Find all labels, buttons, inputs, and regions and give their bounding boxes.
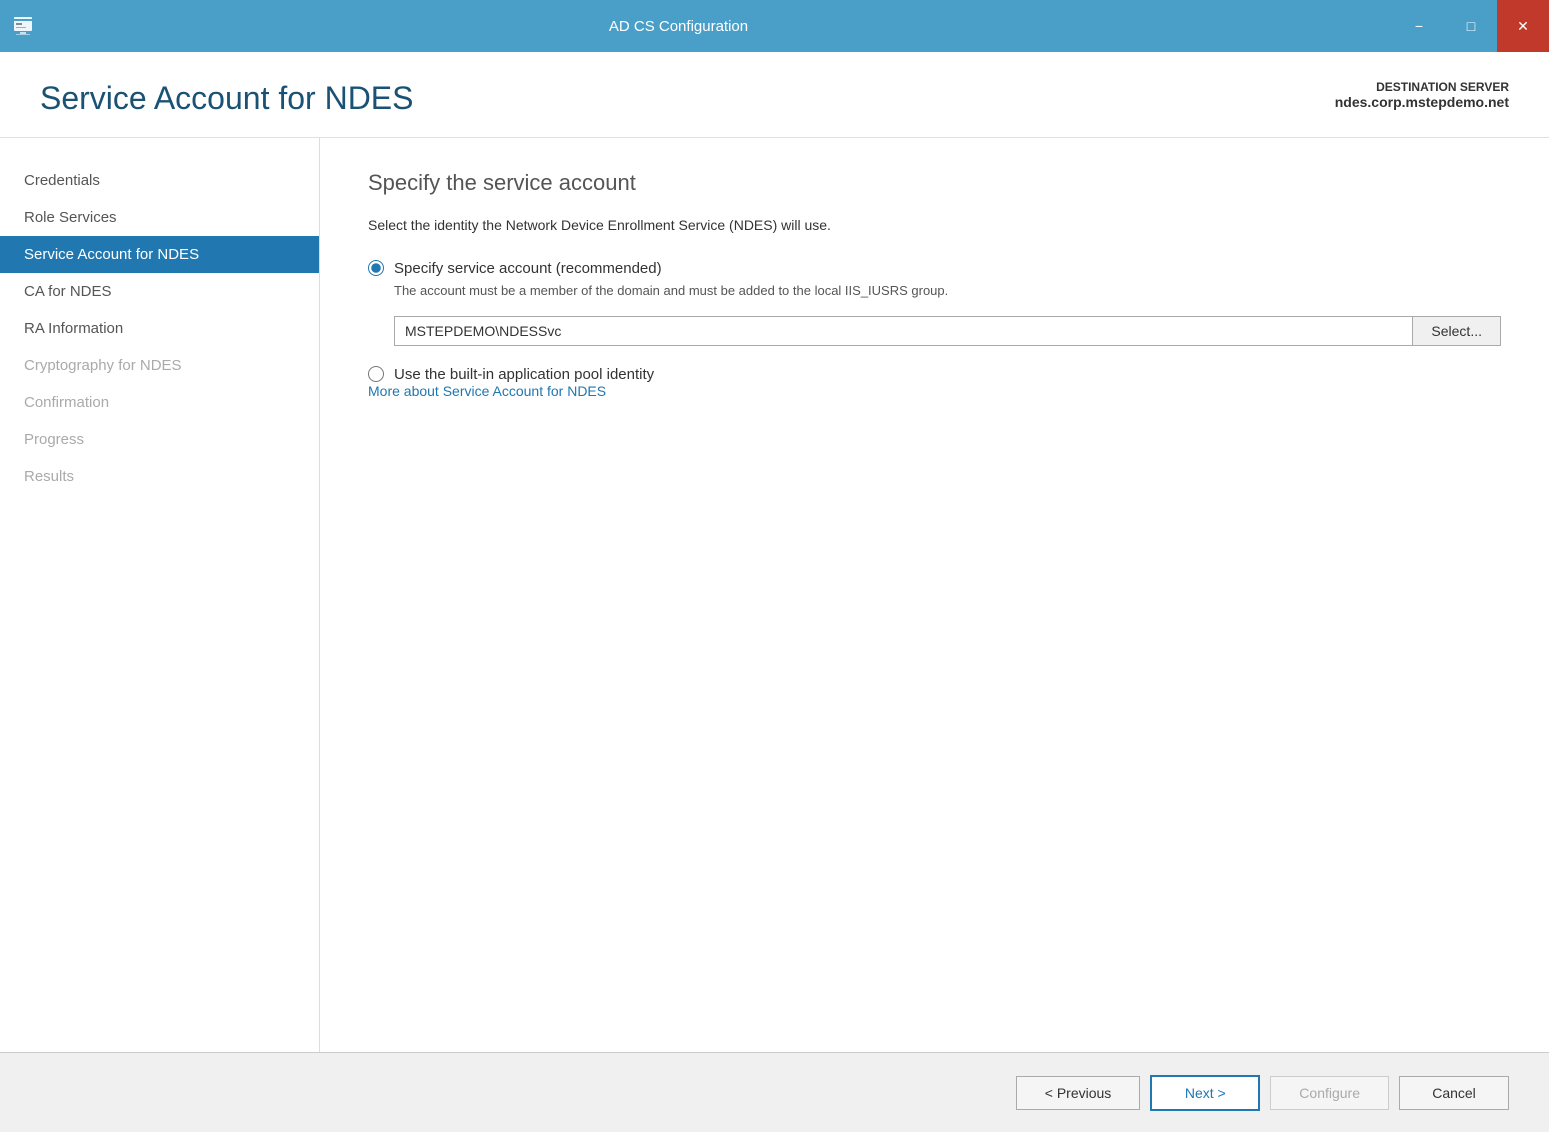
window-controls: − □ ✕ bbox=[1393, 0, 1549, 52]
sidebar: Credentials Role Services Service Accoun… bbox=[0, 138, 320, 1052]
radio-builtin[interactable] bbox=[368, 366, 384, 382]
sidebar-item-ra-information[interactable]: RA Information bbox=[0, 310, 319, 347]
sidebar-item-cryptography: Cryptography for NDES bbox=[0, 347, 319, 384]
account-input[interactable] bbox=[394, 316, 1412, 346]
description-text: Select the identity the Network Device E… bbox=[368, 216, 1501, 236]
previous-button[interactable]: < Previous bbox=[1016, 1076, 1141, 1110]
footer: < Previous Next > Configure Cancel bbox=[0, 1052, 1549, 1132]
account-row: Select... bbox=[394, 316, 1501, 346]
destination-server-block: DESTINATION SERVER ndes.corp.mstepdemo.n… bbox=[1335, 80, 1509, 110]
help-link[interactable]: More about Service Account for NDES bbox=[368, 383, 606, 399]
radio-option-builtin: Use the built-in application pool identi… bbox=[368, 366, 1501, 383]
window-title: AD CS Configuration bbox=[44, 18, 1313, 35]
destination-value: ndes.corp.mstepdemo.net bbox=[1335, 94, 1509, 110]
destination-label: DESTINATION SERVER bbox=[1335, 80, 1509, 94]
next-button[interactable]: Next > bbox=[1150, 1075, 1260, 1111]
maximize-button[interactable]: □ bbox=[1445, 0, 1497, 52]
sidebar-item-service-account[interactable]: Service Account for NDES bbox=[0, 236, 319, 273]
title-bar: AD CS Configuration − □ ✕ bbox=[0, 0, 1549, 52]
sidebar-item-results: Results bbox=[0, 458, 319, 495]
app-icon bbox=[12, 14, 36, 38]
radio-label-builtin[interactable]: Use the built-in application pool identi… bbox=[368, 366, 1501, 383]
radio-specify-text: Specify service account (recommended) bbox=[394, 260, 662, 277]
radio-option-specify: Specify service account (recommended) Th… bbox=[368, 260, 1501, 346]
main-window: Service Account for NDES DESTINATION SER… bbox=[0, 52, 1549, 1132]
content-area: Credentials Role Services Service Accoun… bbox=[0, 138, 1549, 1052]
radio-specify[interactable] bbox=[368, 260, 384, 276]
sidebar-item-progress: Progress bbox=[0, 421, 319, 458]
main-panel: Specify the service account Select the i… bbox=[320, 138, 1549, 1052]
close-button[interactable]: ✕ bbox=[1497, 0, 1549, 52]
minimize-button[interactable]: − bbox=[1393, 0, 1445, 52]
configure-button[interactable]: Configure bbox=[1270, 1076, 1389, 1110]
sidebar-item-confirmation: Confirmation bbox=[0, 384, 319, 421]
radio-group: Specify service account (recommended) Th… bbox=[368, 260, 1501, 383]
sidebar-item-credentials[interactable]: Credentials bbox=[0, 162, 319, 199]
radio-specify-description: The account must be a member of the doma… bbox=[394, 283, 1501, 298]
select-button[interactable]: Select... bbox=[1412, 316, 1501, 346]
radio-builtin-text: Use the built-in application pool identi… bbox=[394, 366, 654, 383]
sidebar-item-ca-for-ndes[interactable]: CA for NDES bbox=[0, 273, 319, 310]
radio-label-specify[interactable]: Specify service account (recommended) bbox=[368, 260, 1501, 277]
page-title: Service Account for NDES bbox=[40, 80, 413, 117]
sidebar-item-role-services[interactable]: Role Services bbox=[0, 199, 319, 236]
cancel-button[interactable]: Cancel bbox=[1399, 1076, 1509, 1110]
panel-heading: Specify the service account bbox=[368, 170, 1501, 196]
page-header: Service Account for NDES DESTINATION SER… bbox=[0, 52, 1549, 138]
